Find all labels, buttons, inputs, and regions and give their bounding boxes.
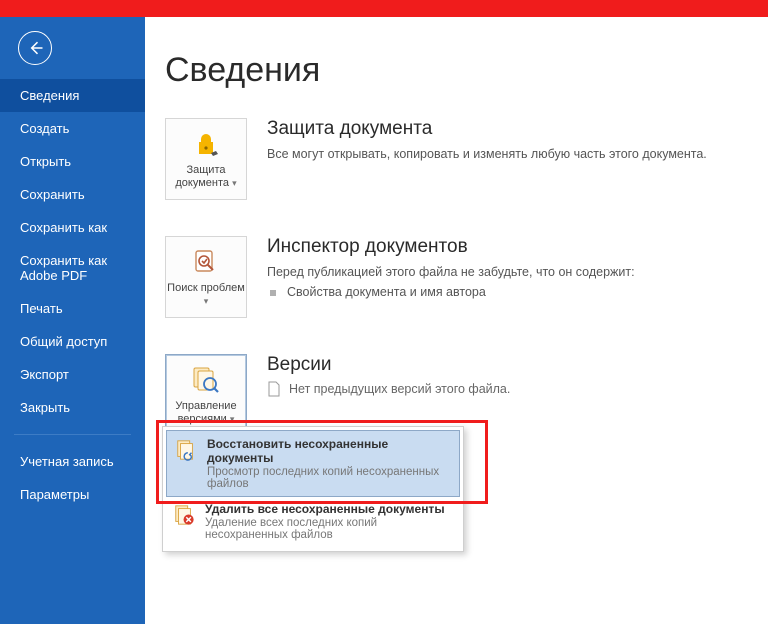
arrow-left-icon xyxy=(25,38,45,58)
nav-options[interactable]: Параметры xyxy=(0,478,145,511)
nav-print[interactable]: Печать xyxy=(0,292,145,325)
inspect-icon xyxy=(191,246,221,278)
versions-icon xyxy=(190,364,222,396)
inspect-text: Перед публикацией этого файла не забудьт… xyxy=(267,263,635,282)
check-issues-button[interactable]: Поиск проблем ▾ xyxy=(165,236,247,318)
nav-new[interactable]: Создать xyxy=(0,112,145,145)
inspect-bullet: Свойства документа и имя автора xyxy=(267,285,635,299)
back-button[interactable] xyxy=(18,31,52,65)
document-icon xyxy=(267,381,281,397)
title-bar xyxy=(0,0,768,17)
nav-save-as[interactable]: Сохранить как xyxy=(0,211,145,244)
backstage-sidebar: Сведения Создать Открыть Сохранить Сохра… xyxy=(0,17,145,624)
inspect-heading: Инспектор документов xyxy=(267,236,635,258)
lock-icon xyxy=(191,128,221,160)
nav-secondary: Учетная запись Параметры xyxy=(0,445,145,511)
versions-text: Нет предыдущих версий этого файла. xyxy=(289,382,510,396)
nav-close[interactable]: Закрыть xyxy=(0,391,145,424)
nav-share[interactable]: Общий доступ xyxy=(0,325,145,358)
delete-icon xyxy=(173,504,195,526)
nav-divider xyxy=(14,434,131,435)
menu-recover-unsaved[interactable]: Восстановить несохраненные документыПрос… xyxy=(166,430,460,497)
nav-info[interactable]: Сведения xyxy=(0,79,145,112)
nav-save-adobe-pdf[interactable]: Сохранить как Adobe PDF xyxy=(0,244,145,292)
nav-account[interactable]: Учетная запись xyxy=(0,445,145,478)
versions-heading: Версии xyxy=(267,354,510,376)
nav-primary: Сведения Создать Открыть Сохранить Сохра… xyxy=(0,79,145,424)
section-inspect: Поиск проблем ▾ Инспектор документов Пер… xyxy=(165,236,728,318)
versions-dropdown-menu: Восстановить несохраненные документыПрос… xyxy=(162,426,464,552)
nav-open[interactable]: Открыть xyxy=(0,145,145,178)
nav-export[interactable]: Экспорт xyxy=(0,358,145,391)
page-title: Сведения xyxy=(165,51,728,90)
nav-save[interactable]: Сохранить xyxy=(0,178,145,211)
menu-delete-unsaved[interactable]: Удалить все несохраненные документыУдале… xyxy=(165,496,461,547)
manage-versions-button[interactable]: Управление версиями ▾ xyxy=(165,354,247,436)
recover-icon xyxy=(175,439,197,461)
section-protect: Защита документа ▾ Защита документа Все … xyxy=(165,118,728,200)
section-versions: Управление версиями ▾ Версии Нет предыду… xyxy=(165,354,728,436)
protect-document-button[interactable]: Защита документа ▾ xyxy=(165,118,247,200)
protect-heading: Защита документа xyxy=(267,118,707,140)
protect-text: Все могут открывать, копировать и изменя… xyxy=(267,145,707,164)
